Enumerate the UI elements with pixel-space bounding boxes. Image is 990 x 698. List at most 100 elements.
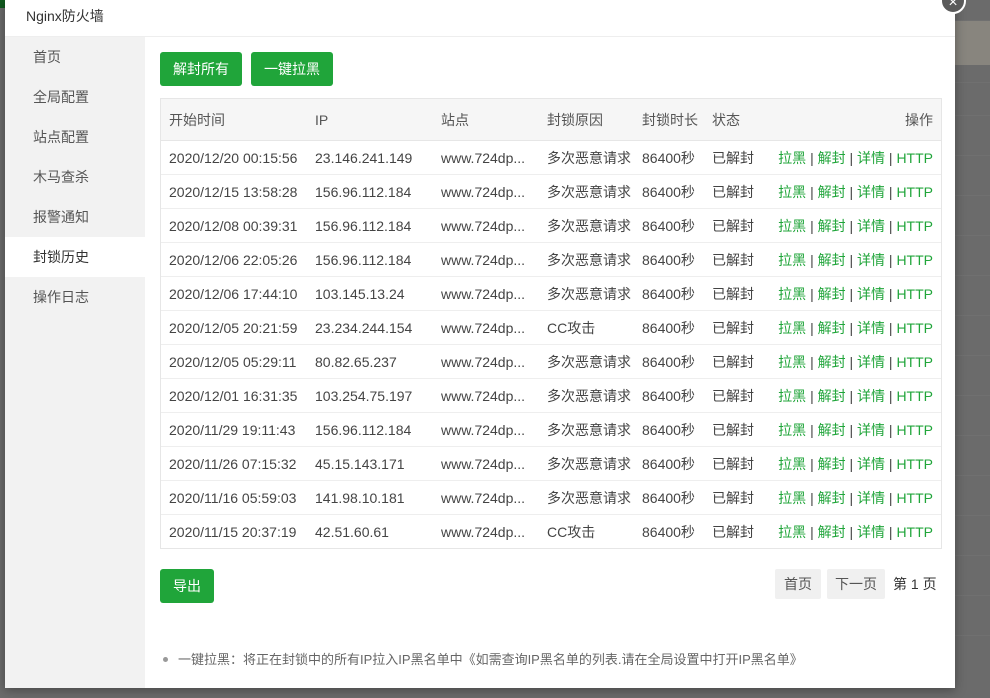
- help-note: 一键拉黑：将正在封锁中的所有IP拉入IP黑名单中《如需查询IP黑名单的列表.请在…: [163, 649, 803, 668]
- cell-operations: 拉黑 | 解封 | 详情 | HTTP: [764, 174, 941, 209]
- cell-reason: 多次恶意请求: [539, 446, 634, 481]
- first-page-button[interactable]: 首页: [775, 569, 821, 599]
- sidebar-item-trojan-scan[interactable]: 木马查杀: [5, 157, 145, 197]
- sidebar-item-site-config[interactable]: 站点配置: [5, 117, 145, 157]
- cell-operations: 拉黑 | 解封 | 详情 | HTTP: [764, 140, 941, 175]
- cell-duration: 86400秒: [634, 480, 704, 515]
- details-link[interactable]: 详情: [857, 150, 885, 166]
- unblock-link[interactable]: 解封: [818, 218, 846, 234]
- sidebar-item-global-config[interactable]: 全局配置: [5, 77, 145, 117]
- action-separator: |: [810, 387, 814, 404]
- cell-duration: 86400秒: [634, 276, 704, 311]
- firewall-modal: Nginx防火墙 首页 全局配置 站点配置 木马查杀 报警通知 封锁历史 操作日…: [5, 0, 966, 688]
- unblock-link[interactable]: 解封: [818, 456, 846, 472]
- details-link[interactable]: 详情: [857, 354, 885, 370]
- blacklist-link[interactable]: 拉黑: [778, 456, 806, 472]
- action-separator: |: [888, 285, 893, 302]
- unblock-link[interactable]: 解封: [818, 524, 846, 540]
- cell-reason: 多次恶意请求: [539, 378, 634, 413]
- sidebar-item-alert-notify[interactable]: 报警通知: [5, 197, 145, 237]
- http-link[interactable]: HTTP: [896, 422, 933, 438]
- sidebar-item-block-history[interactable]: 封锁历史: [5, 237, 145, 277]
- cell-status: 已解封: [704, 412, 764, 447]
- main-content: 解封所有 一键拉黑 开始时间 IP 站点 封锁原因 封锁时长 状态 操作 202…: [145, 37, 955, 688]
- http-link[interactable]: HTTP: [896, 286, 933, 302]
- http-link[interactable]: HTTP: [896, 490, 933, 506]
- action-separator: |: [849, 489, 854, 506]
- blacklist-link[interactable]: 拉黑: [778, 490, 806, 506]
- unblock-link[interactable]: 解封: [818, 422, 846, 438]
- cell-ip: 156.96.112.184: [307, 242, 433, 277]
- http-link[interactable]: HTTP: [896, 456, 933, 472]
- details-link[interactable]: 详情: [857, 218, 885, 234]
- action-separator: |: [888, 319, 893, 336]
- cell-status: 已解封: [704, 174, 764, 209]
- action-separator: |: [888, 523, 893, 540]
- sidebar-item-home[interactable]: 首页: [5, 37, 145, 77]
- action-separator: |: [849, 251, 854, 268]
- cell-status: 已解封: [704, 140, 764, 175]
- blacklist-link[interactable]: 拉黑: [778, 252, 806, 268]
- blacklist-link[interactable]: 拉黑: [778, 184, 806, 200]
- header-start-time: 开始时间: [161, 99, 307, 141]
- action-separator: |: [849, 455, 854, 472]
- unblock-link[interactable]: 解封: [818, 354, 846, 370]
- blacklist-link[interactable]: 拉黑: [778, 524, 806, 540]
- cell-operations: 拉黑 | 解封 | 详情 | HTTP: [764, 276, 941, 311]
- details-link[interactable]: 详情: [857, 252, 885, 268]
- blacklist-link[interactable]: 拉黑: [778, 218, 806, 234]
- cell-status: 已解封: [704, 480, 764, 515]
- header-site: 站点: [433, 99, 539, 141]
- sidebar-item-operation-log[interactable]: 操作日志: [5, 277, 145, 317]
- action-separator: |: [810, 523, 814, 540]
- details-link[interactable]: 详情: [857, 184, 885, 200]
- cell-operations: 拉黑 | 解封 | 详情 | HTTP: [764, 310, 941, 345]
- unblock-link[interactable]: 解封: [818, 252, 846, 268]
- cell-site: www.724dp...: [433, 174, 539, 209]
- http-link[interactable]: HTTP: [896, 354, 933, 370]
- cell-start-time: 2020/12/05 20:21:59: [161, 310, 307, 345]
- blacklist-link[interactable]: 拉黑: [778, 388, 806, 404]
- unblock-all-button[interactable]: 解封所有: [160, 52, 242, 86]
- http-link[interactable]: HTTP: [896, 524, 933, 540]
- cell-start-time: 2020/11/26 07:15:32: [161, 446, 307, 481]
- details-link[interactable]: 详情: [857, 456, 885, 472]
- unblock-link[interactable]: 解封: [818, 490, 846, 506]
- blacklist-link[interactable]: 拉黑: [778, 150, 806, 166]
- details-link[interactable]: 详情: [857, 388, 885, 404]
- block-history-table: 开始时间 IP 站点 封锁原因 封锁时长 状态 操作 2020/12/20 00…: [160, 98, 942, 549]
- unblock-link[interactable]: 解封: [818, 184, 846, 200]
- http-link[interactable]: HTTP: [896, 218, 933, 234]
- next-page-button[interactable]: 下一页: [827, 569, 885, 599]
- action-separator: |: [888, 421, 893, 438]
- table-row: 2020/12/06 22:05:26 156.96.112.184 www.724…: [161, 242, 941, 277]
- blacklist-all-button[interactable]: 一键拉黑: [251, 52, 333, 86]
- blacklist-link[interactable]: 拉黑: [778, 354, 806, 370]
- cell-ip: 103.254.75.197: [307, 378, 433, 413]
- unblock-link[interactable]: 解封: [818, 388, 846, 404]
- blacklist-link[interactable]: 拉黑: [778, 320, 806, 336]
- cell-start-time: 2020/12/06 22:05:26: [161, 242, 307, 277]
- action-separator: |: [888, 183, 893, 200]
- http-link[interactable]: HTTP: [896, 252, 933, 268]
- details-link[interactable]: 详情: [857, 524, 885, 540]
- http-link[interactable]: HTTP: [896, 150, 933, 166]
- details-link[interactable]: 详情: [857, 320, 885, 336]
- cell-site: www.724dp...: [433, 412, 539, 447]
- unblock-link[interactable]: 解封: [818, 286, 846, 302]
- action-separator: |: [888, 455, 893, 472]
- details-link[interactable]: 详情: [857, 490, 885, 506]
- blacklist-link[interactable]: 拉黑: [778, 286, 806, 302]
- unblock-link[interactable]: 解封: [818, 150, 846, 166]
- http-link[interactable]: HTTP: [896, 388, 933, 404]
- cell-duration: 86400秒: [634, 378, 704, 413]
- export-button[interactable]: 导出: [160, 569, 214, 603]
- cell-operations: 拉黑 | 解封 | 详情 | HTTP: [764, 208, 941, 243]
- cell-start-time: 2020/12/20 00:15:56: [161, 140, 307, 175]
- http-link[interactable]: HTTP: [896, 320, 933, 336]
- blacklist-link[interactable]: 拉黑: [778, 422, 806, 438]
- unblock-link[interactable]: 解封: [818, 320, 846, 336]
- details-link[interactable]: 详情: [857, 422, 885, 438]
- details-link[interactable]: 详情: [857, 286, 885, 302]
- http-link[interactable]: HTTP: [896, 184, 933, 200]
